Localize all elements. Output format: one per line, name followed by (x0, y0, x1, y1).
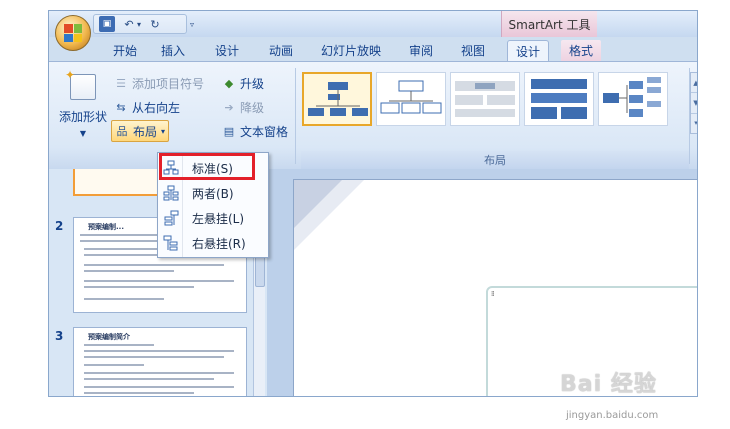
slide-thumb-title: 预案编制... (88, 223, 124, 231)
org-layout-icon: 品 (116, 125, 128, 138)
layout-dropdown-button[interactable]: 品 布局 ▾ (111, 120, 170, 142)
menu-item-label: 右悬挂(R) (192, 236, 246, 251)
ribbon-tabs: 开始 插入 设计 动画 幻灯片放映 审阅 视图 设计 格式 (49, 37, 697, 61)
watermark-url: jingyan.baidu.com (566, 410, 659, 421)
highlight-annotation-box (159, 153, 255, 180)
customize-qat-icon[interactable]: ▿ (187, 16, 197, 32)
layout-thumb-half-circle-chart[interactable] (450, 72, 520, 126)
text-pane-icon: ▤ (223, 124, 235, 138)
group-separator (689, 68, 690, 164)
slide-editor: ⁞⁞ (267, 169, 697, 396)
menu-item-both[interactable]: 两者(B) (160, 181, 266, 205)
tab-design[interactable]: 设计 (207, 40, 247, 61)
slide-thumb-title: 预案编制简介 (88, 333, 130, 341)
group-separator (295, 68, 296, 164)
add-shape-label: 添加形状 (58, 110, 107, 124)
right-to-left-icon: ⇆ (116, 100, 126, 114)
text-pane-button[interactable]: ▤ 文本窗格 (219, 120, 291, 142)
menu-item-right-hanging[interactable]: 右悬挂(R) (160, 231, 266, 255)
tab-review[interactable]: 审阅 (401, 40, 441, 61)
layout-label: 布局 (133, 124, 158, 139)
promote-button[interactable]: ◆ 升级 (219, 72, 267, 94)
demote-label: 降级 (240, 100, 265, 115)
add-bullet-button[interactable]: ☰ 添加项目符号 (111, 72, 207, 94)
tab-view[interactable]: 视图 (453, 40, 493, 61)
tab-animation[interactable]: 动画 (261, 40, 301, 61)
layout-thumb-hierarchy[interactable] (524, 72, 594, 126)
chevron-down-icon[interactable]: ▼ (691, 93, 697, 114)
add-shape-button[interactable]: ✦ 添加形状 ▼ (55, 68, 111, 146)
frame-handle-icon[interactable]: ⁞⁞ (491, 290, 495, 298)
slide-canvas[interactable]: ⁞⁞ (293, 179, 697, 396)
add-shape-icon: ✦ (65, 68, 96, 100)
layout-thumb-name-title-chart[interactable] (376, 72, 446, 126)
title-bar: ▣ ↶ ▾ ↻ ▿ SmartArt 工具 (49, 11, 697, 37)
tab-slideshow[interactable]: 幻灯片放映 (313, 40, 389, 61)
right-to-left-button[interactable]: ⇆ 从右向左 (111, 96, 183, 118)
sparkle-icon: ✦ (65, 68, 76, 82)
chevron-down-icon: ▼ (79, 129, 87, 138)
watermark-logo: Bai 经验 (560, 372, 657, 397)
add-bullet-label: 添加项目符号 (132, 76, 205, 91)
left-hanging-layout-icon (160, 210, 182, 226)
tab-smartart-design[interactable]: 设计 (507, 40, 550, 61)
baidu-watermark: Bai 经验 (560, 366, 657, 398)
chevron-down-icon: ▾ (161, 126, 166, 136)
menu-item-left-hanging[interactable]: 左悬挂(L) (160, 206, 266, 230)
right-hanging-layout-icon (160, 235, 182, 251)
demote-arrow-icon: ➔ (224, 100, 234, 114)
layouts-gallery (302, 72, 696, 134)
powerpoint-window: ▣ ↶ ▾ ↻ ▿ SmartArt 工具 开始 插入 设计 动画 幻灯片放映 … (48, 10, 698, 397)
tab-insert[interactable]: 插入 (153, 40, 193, 61)
slide-number: 3 (55, 329, 64, 343)
both-layout-icon (160, 185, 182, 201)
tab-smartart-format[interactable]: 格式 (561, 40, 602, 61)
menu-item-label: 左悬挂(L) (192, 211, 245, 226)
chevron-up-icon[interactable]: ▲ (691, 73, 697, 94)
promote-label: 升级 (240, 76, 265, 91)
slide-thumbnail-3[interactable]: 预案编制简介 (73, 327, 247, 396)
menu-item-label: 两者(B) (192, 186, 234, 201)
promote-arrow-icon: ◆ (224, 76, 234, 90)
undo-dropdown-icon[interactable]: ▾ (135, 16, 143, 32)
slide-number: 2 (55, 219, 64, 233)
office-logo-icon (64, 24, 82, 42)
bullet-list-icon: ☰ (116, 76, 126, 90)
tab-home[interactable]: 开始 (105, 40, 145, 61)
save-icon[interactable]: ▣ (99, 16, 115, 32)
redo-icon[interactable]: ↻ (147, 16, 163, 32)
layout-thumb-org-chart[interactable] (302, 72, 372, 126)
layouts-group-caption: 布局 (301, 151, 689, 169)
layout-thumb-horizontal-hierarchy[interactable] (598, 72, 668, 126)
right-to-left-label: 从右向左 (132, 100, 181, 115)
gallery-more-icon[interactable]: ▾ (691, 114, 697, 133)
smartart-tools-title: SmartArt 工具 (501, 11, 597, 37)
demote-button[interactable]: ➔ 降级 (219, 96, 267, 118)
gallery-scrollbar[interactable]: ▲ ▼ ▾ (690, 72, 697, 134)
slide-decoration (294, 180, 364, 250)
text-pane-label: 文本窗格 (240, 124, 289, 139)
ribbon: ✦ 添加形状 ▼ ☰ 添加项目符号 ⇆ 从右向左 品 布局 ▾ ◆ 升级 ➔ 降… (49, 61, 697, 169)
office-button[interactable] (55, 15, 91, 51)
